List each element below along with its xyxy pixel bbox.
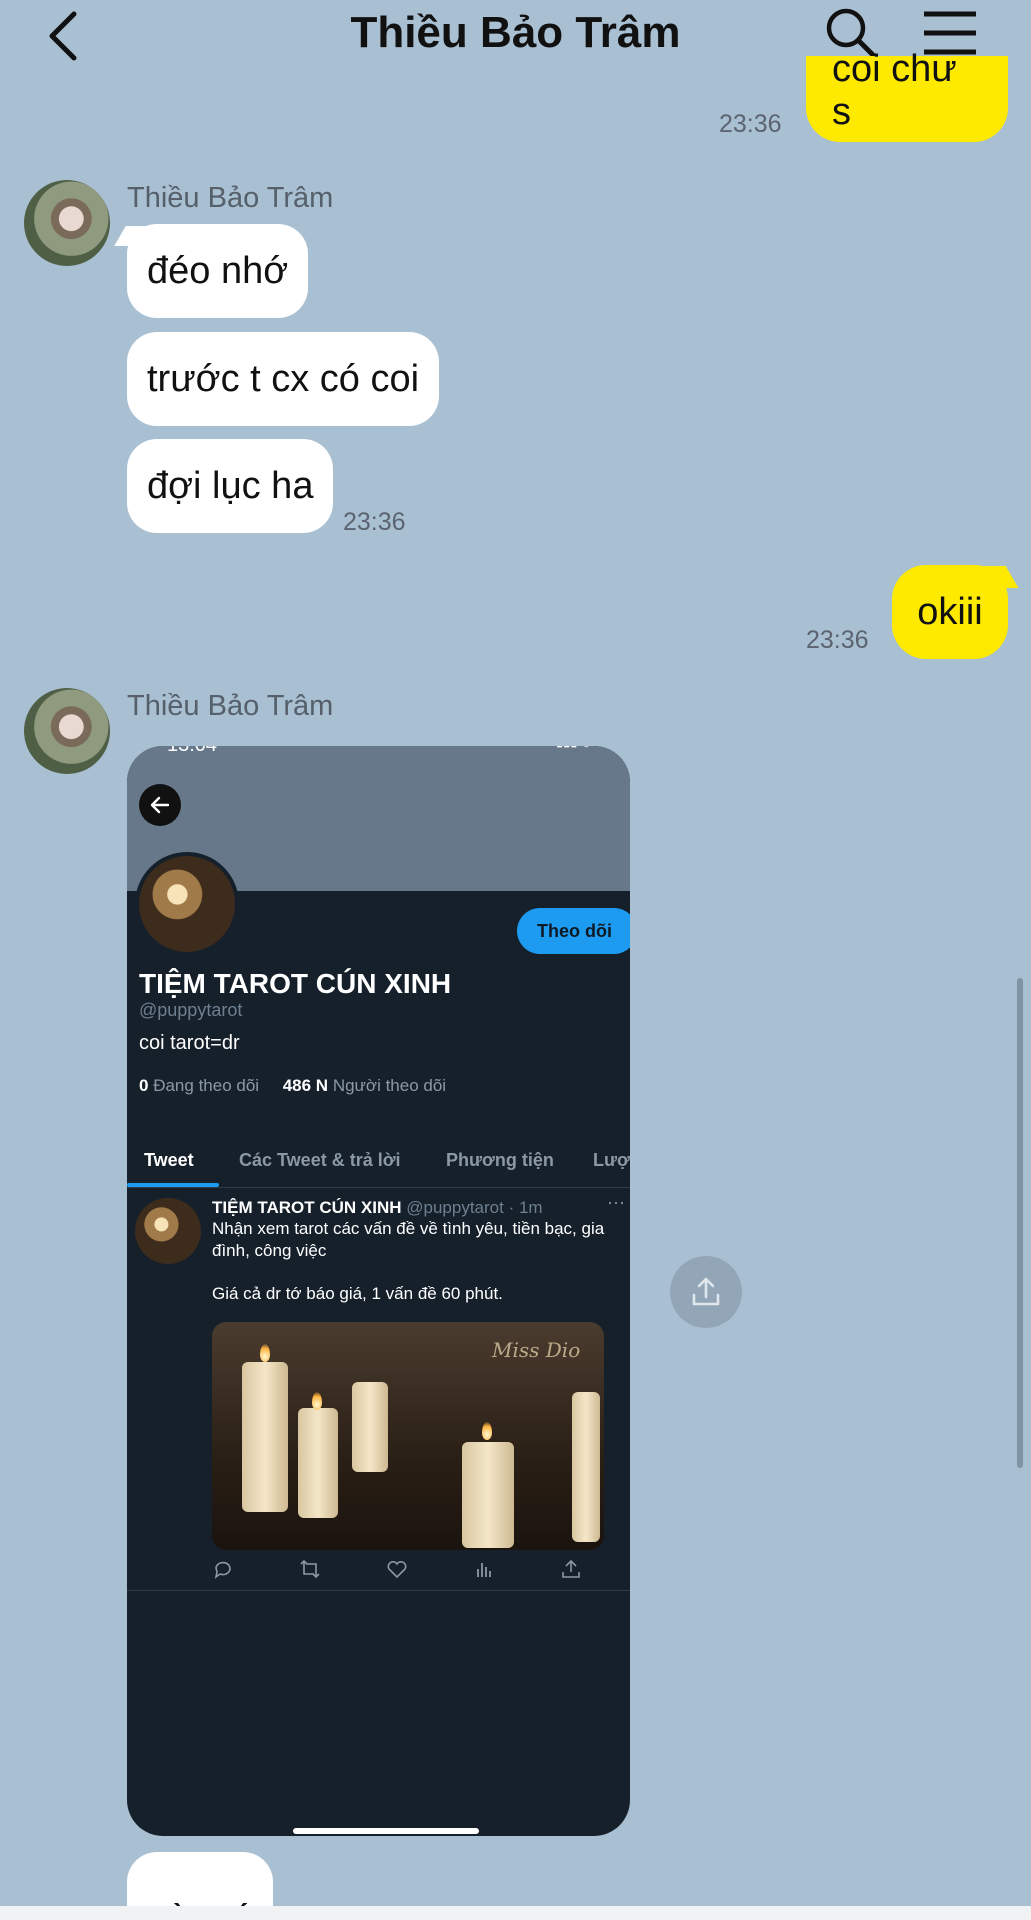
- candle: [242, 1362, 288, 1512]
- share-button[interactable]: [670, 1256, 742, 1328]
- tab-likes: Lượt: [593, 1150, 630, 1170]
- scrollbar[interactable]: [1017, 978, 1023, 1468]
- follow-button: Theo dõi: [517, 908, 630, 954]
- photo-caption: Miss Dio: [492, 1338, 581, 1362]
- candle: [462, 1442, 514, 1548]
- message-text: coi chư s: [832, 48, 957, 133]
- analytics-icon: [477, 1563, 491, 1577]
- shared-screenshot-image[interactable]: 13:04 ▪▪▪ ◦ Theo dõi TIỆM TAROT CÚN XINH…: [127, 746, 630, 1836]
- like-icon: [387, 1560, 407, 1579]
- tweet-text: Nhận xem tarot các vấn đề về tình yêu, t…: [212, 1219, 605, 1260]
- status-icons: ▪▪▪ ◦: [556, 746, 590, 757]
- status-time: 13:04: [167, 746, 217, 757]
- message-time: 23:36: [343, 508, 406, 536]
- input-bar-edge: [0, 1906, 1031, 1920]
- profile-avatar: [135, 852, 239, 956]
- sender-name: Thiều Bảo Trâm: [127, 182, 334, 214]
- profile-bio: coi tarot=dr: [139, 1032, 240, 1054]
- tab-media: Phương tiện: [446, 1150, 554, 1170]
- tweet-author: TIỆM TAROT CÚN XINH: [212, 1198, 402, 1217]
- reply-icon: [214, 1561, 231, 1579]
- tweet-text-2: Giá cả dr tớ báo giá, 1 vấn đề 60 phút.: [212, 1284, 503, 1303]
- candle: [572, 1392, 600, 1542]
- more-icon: ···: [607, 1192, 625, 1212]
- followers-count: 486 N: [282, 1076, 329, 1095]
- avatar[interactable]: [24, 688, 110, 774]
- flame: [260, 1344, 270, 1362]
- avatar[interactable]: [24, 180, 110, 266]
- my-message-bubble[interactable]: okiii: [892, 565, 1008, 659]
- their-message-bubble[interactable]: đợi lục ha: [127, 439, 334, 533]
- candle: [298, 1408, 338, 1518]
- profile-tabs: Tweet Các Tweet & trả lời Phương tiện Lư…: [127, 1136, 630, 1186]
- divider: [127, 1187, 630, 1188]
- following-label: Đang theo dõi: [153, 1076, 260, 1095]
- flame: [482, 1422, 492, 1440]
- message-time: 23:36: [719, 110, 782, 138]
- tweet-header: TIỆM TAROT CÚN XINH @puppytarot · 1m: [212, 1198, 543, 1218]
- profile-name: TIỆM TAROT CÚN XINH: [139, 968, 452, 999]
- profile-stats: 0 Đang theo dõi 486 N Người theo dõi: [139, 1076, 446, 1096]
- message-text: okiii: [917, 590, 983, 633]
- share-icon: [692, 1277, 720, 1306]
- divider: [127, 1590, 630, 1591]
- profile-handle: @puppytarot: [139, 1000, 243, 1020]
- message-time: 23:36: [806, 626, 869, 654]
- message-text: đợi lục ha: [147, 464, 314, 507]
- their-message-bubble[interactable]: đéo nhớ: [127, 224, 309, 318]
- their-message-bubble[interactable]: trước t cx có coi: [127, 332, 440, 426]
- back-arrow-icon: [139, 784, 181, 826]
- tab-tweet: Tweet: [144, 1150, 194, 1170]
- candle: [352, 1382, 388, 1472]
- message-text: trước t cx có coi: [147, 357, 420, 400]
- following-count: 0: [139, 1076, 149, 1095]
- followers-label: Người theo dõi: [332, 1076, 447, 1095]
- tweet-avatar: [135, 1198, 201, 1264]
- tab-tweets-replies: Các Tweet & trả lời: [239, 1150, 401, 1170]
- home-indicator: [293, 1828, 479, 1834]
- flame: [312, 1392, 322, 1410]
- tweet-actions: [212, 1558, 604, 1584]
- retweet-icon: [300, 1559, 320, 1579]
- my-message-bubble[interactable]: coi chư s: [806, 48, 1008, 142]
- tweet-handle-time: @puppytarot · 1m: [406, 1198, 543, 1217]
- message-text: đéo nhớ: [147, 249, 289, 292]
- tweet-photo: Miss Dio: [212, 1322, 604, 1550]
- share-icon: [562, 1559, 580, 1578]
- sender-name: Thiều Bảo Trâm: [127, 690, 334, 722]
